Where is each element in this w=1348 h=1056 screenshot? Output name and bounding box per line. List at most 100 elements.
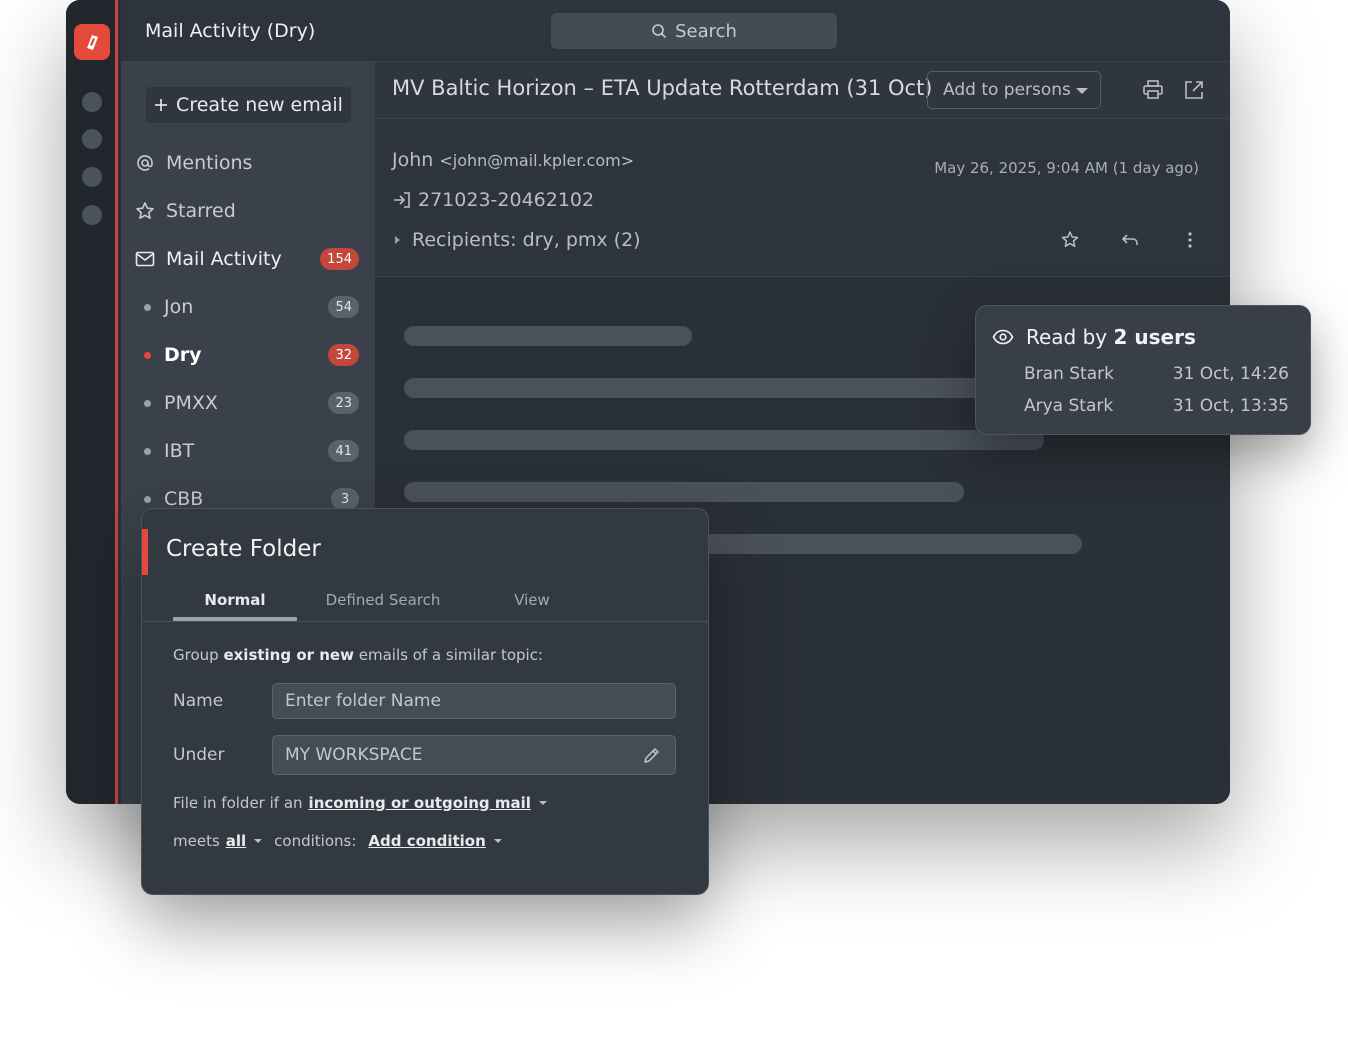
app-rail xyxy=(66,0,118,804)
chevron-down-icon xyxy=(493,839,502,843)
dialog-description: Group existing or new emails of a simila… xyxy=(173,646,543,664)
login-arrow-icon xyxy=(394,192,410,208)
open-external-icon[interactable] xyxy=(1183,79,1205,101)
chevron-down-icon xyxy=(254,839,263,843)
body-placeholder-line xyxy=(404,482,964,502)
count-badge: 41 xyxy=(328,440,359,462)
create-email-label: Create new email xyxy=(176,94,343,116)
folder-item-dry[interactable]: Dry 32 xyxy=(144,340,359,370)
chevron-down-icon xyxy=(538,801,547,805)
folder-label: Jon xyxy=(164,296,194,318)
folder-label: Dry xyxy=(164,344,202,366)
body-placeholder-line xyxy=(404,326,692,346)
reader-row: Arya Stark 31 Oct, 13:35 xyxy=(1024,396,1289,416)
read-by-popover: Read by 2 users Bran Stark 31 Oct, 14:26… xyxy=(975,305,1311,435)
sidebar-item-mail-activity[interactable]: Mail Activity 154 xyxy=(134,244,359,274)
dialog-title: Create Folder xyxy=(166,536,321,562)
tab-view[interactable]: View xyxy=(492,591,572,621)
create-email-button[interactable]: Create new email xyxy=(146,87,351,123)
email-meta: John <john@mail.kpler.com> May 26, 2025,… xyxy=(375,119,1230,277)
subject-bar: MV Baltic Horizon – ETA Update Rotterdam… xyxy=(375,62,1230,119)
tab-divider xyxy=(142,621,708,622)
app-logo[interactable] xyxy=(74,24,110,60)
meets-text: meets xyxy=(173,832,220,850)
sidebar-item-mentions[interactable]: Mentions xyxy=(134,148,359,178)
read-by-count: 2 users xyxy=(1113,325,1196,349)
add-to-persons-label: Add to persons xyxy=(943,80,1071,100)
reader-row: Bran Stark 31 Oct, 14:26 xyxy=(1024,364,1289,384)
search-bar[interactable]: Search xyxy=(551,13,837,49)
name-field-label: Name xyxy=(173,691,224,711)
stage: Mail Activity (Dry) Search Create new em… xyxy=(0,0,1348,1056)
folder-dot xyxy=(144,351,151,359)
add-to-persons-dropdown[interactable]: Add to persons xyxy=(927,71,1101,109)
create-folder-dialog: Create Folder Normal Defined Search View… xyxy=(141,508,709,895)
plus-icon xyxy=(155,99,168,111)
under-field-label: Under xyxy=(173,745,225,765)
folder-dot xyxy=(144,303,151,311)
parent-folder-field[interactable]: MY WORKSPACE xyxy=(272,735,676,775)
parent-folder-value: MY WORKSPACE xyxy=(285,745,423,765)
count-badge: 23 xyxy=(328,392,359,414)
eye-icon xyxy=(992,329,1014,345)
tab-defined-search[interactable]: Defined Search xyxy=(318,591,448,621)
recipients-toggle[interactable]: Recipients: dry, pmx (2) xyxy=(395,229,641,251)
email-date: May 26, 2025, 9:04 AM (1 day ago) xyxy=(934,159,1199,177)
caret-right-icon xyxy=(395,236,400,244)
sidebar-item-label: Mail Activity xyxy=(166,248,282,270)
folder-dot xyxy=(144,447,151,455)
read-by-prefix: Read by xyxy=(1026,325,1108,349)
file-rule: File in folder if an incoming or outgoin… xyxy=(173,794,547,812)
star-icon xyxy=(134,200,156,222)
reader-name: Arya Stark xyxy=(1024,396,1114,416)
dialog-accent-bar xyxy=(142,529,148,575)
pencil-icon[interactable] xyxy=(641,746,661,766)
count-badge: 3 xyxy=(331,488,359,510)
rail-nav-dot-1[interactable] xyxy=(82,92,102,112)
sender-email: <john@mail.kpler.com> xyxy=(439,151,635,170)
sidebar-item-starred[interactable]: Starred xyxy=(134,196,359,226)
email-subject: MV Baltic Horizon – ETA Update Rotterdam… xyxy=(392,76,933,100)
print-icon[interactable] xyxy=(1142,79,1164,101)
mail-icon xyxy=(134,248,156,270)
folder-label: CBB xyxy=(164,488,204,510)
folder-dot xyxy=(144,495,151,503)
reader-time: 31 Oct, 14:26 xyxy=(1172,364,1289,384)
reply-icon[interactable] xyxy=(1119,229,1141,251)
chevron-down-icon xyxy=(1076,88,1088,94)
file-rule-text: File in folder if an xyxy=(173,794,303,812)
reference-number: 271023-20462102 xyxy=(418,189,595,211)
count-badge: 32 xyxy=(328,344,359,366)
folder-label: PMXX xyxy=(164,392,218,414)
reader-time: 31 Oct, 13:35 xyxy=(1172,396,1289,416)
folder-item-jon[interactable]: Jon 54 xyxy=(144,292,359,322)
top-bar: Mail Activity (Dry) Search xyxy=(121,0,1230,62)
description-emphasis: existing or new xyxy=(223,646,354,664)
folder-label: IBT xyxy=(164,440,195,462)
search-icon xyxy=(652,24,666,38)
mail-direction-dropdown[interactable]: incoming or outgoing mail xyxy=(309,794,531,812)
folder-item-pmxx[interactable]: PMXX 23 xyxy=(144,388,359,418)
folder-name-field[interactable] xyxy=(272,683,676,719)
sidebar-item-label: Starred xyxy=(166,200,236,222)
reader-name: Bran Stark xyxy=(1024,364,1114,384)
count-badge: 54 xyxy=(328,296,359,318)
sender-name: John xyxy=(392,149,434,171)
star-icon[interactable] xyxy=(1059,229,1081,251)
rail-nav-dot-2[interactable] xyxy=(82,129,102,149)
add-condition-button[interactable]: Add condition xyxy=(368,832,485,850)
folder-name-input[interactable] xyxy=(285,691,675,711)
rail-nav-dot-4[interactable] xyxy=(82,205,102,225)
folder-item-ibt[interactable]: IBT 41 xyxy=(144,436,359,466)
sender[interactable]: John <john@mail.kpler.com> xyxy=(392,149,634,171)
more-vertical-icon[interactable] xyxy=(1179,229,1201,251)
rail-nav-dot-3[interactable] xyxy=(82,167,102,187)
description-text: emails of a similar topic: xyxy=(358,646,543,664)
body-placeholder-line xyxy=(404,378,1004,398)
at-icon xyxy=(134,152,156,174)
folder-dot xyxy=(144,399,151,407)
search-label: Search xyxy=(675,20,737,42)
body-placeholder-line xyxy=(404,430,1044,450)
logo-icon xyxy=(87,35,98,50)
match-mode-dropdown[interactable]: all xyxy=(226,832,246,850)
